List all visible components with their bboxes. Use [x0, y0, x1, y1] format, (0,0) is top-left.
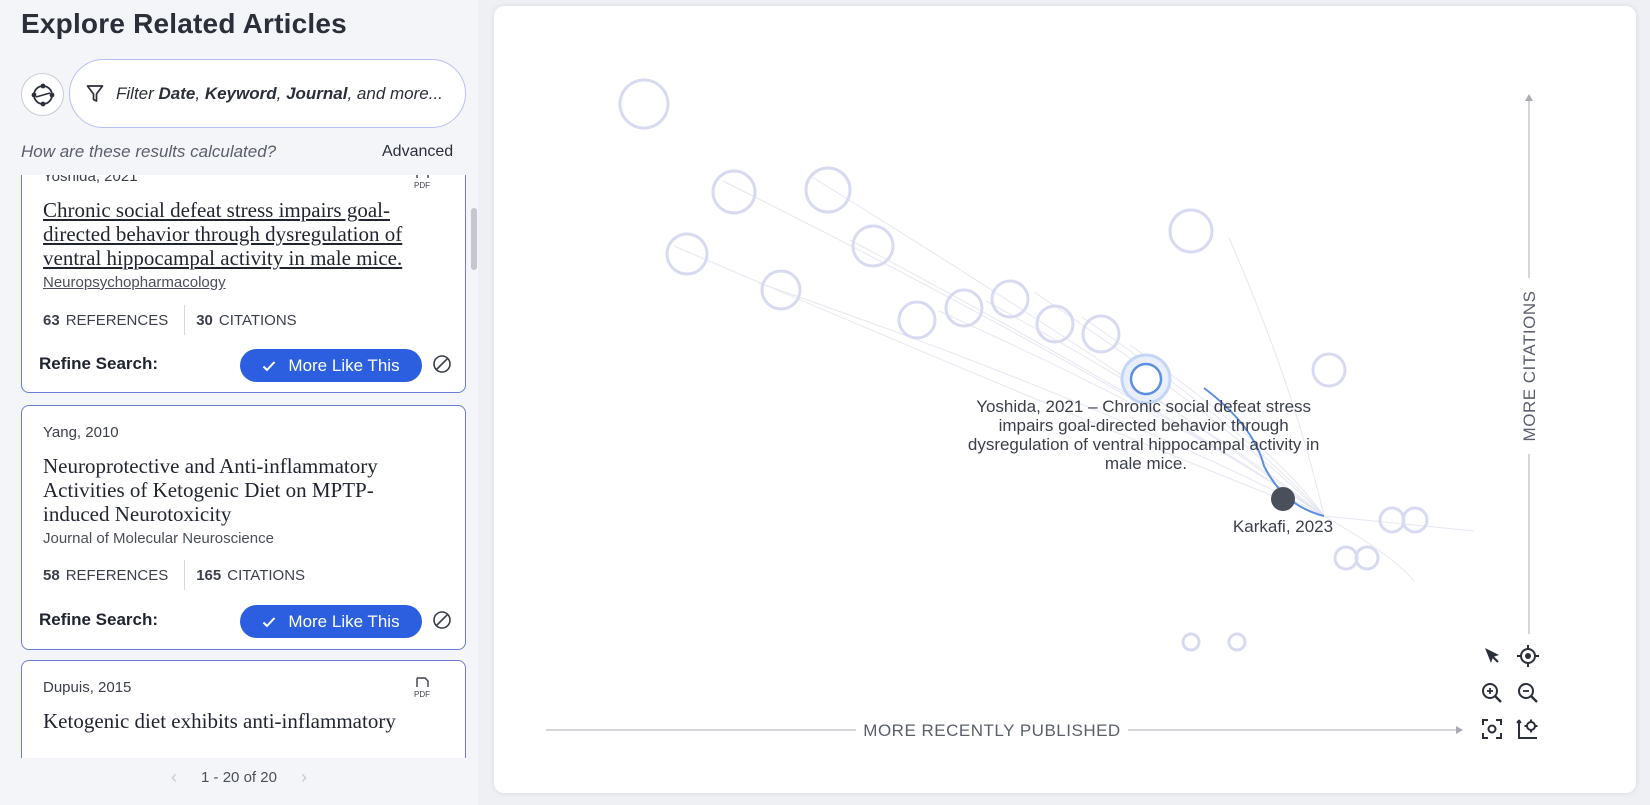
origin-article-node[interactable] — [1271, 487, 1295, 511]
more-like-this-button[interactable]: More Like This — [240, 605, 422, 638]
zoom-in-icon — [1482, 683, 1502, 703]
graph-canvas[interactable]: Yoshida, 2021 – Chronic social defeat st… — [494, 6, 1636, 793]
results-list[interactable]: Yoshida, 2021 PDF Chronic social defeat … — [0, 175, 478, 758]
refine-search-label: Refine Search: — [39, 610, 159, 629]
card-stats: 63 REFERENCES 30 CITATIONS — [43, 305, 443, 335]
fit-view-icon — [1482, 719, 1502, 739]
fit-view-button[interactable] — [1477, 714, 1507, 744]
selected-article-label: Yoshida, 2021 – Chronic social defeat st… — [968, 397, 1324, 473]
y-axis: MORE CITATIONS — [1520, 94, 1539, 634]
filter-input[interactable]: Filter Date, Keyword, Journal, and more.… — [69, 59, 466, 128]
citation-graph[interactable]: Yoshida, 2021 – Chronic social defeat st… — [494, 6, 1636, 793]
result-card[interactable]: Dupuis, 2015 PDF Ketogenic diet exhibits… — [21, 660, 466, 758]
exclude-icon[interactable] — [432, 610, 452, 630]
next-page-icon[interactable]: › — [301, 767, 307, 788]
card-title[interactable]: Neuroprotective and Anti-inflammatory Ac… — [43, 454, 438, 526]
filter-placeholder: Filter Date, Keyword, Journal, and more.… — [116, 83, 443, 103]
article-node[interactable] — [1181, 632, 1201, 652]
article-node[interactable] — [618, 78, 670, 130]
cursor-icon — [1485, 648, 1499, 663]
graph-view-toggle[interactable] — [21, 73, 64, 116]
citations-count[interactable]: 30 CITATIONS — [196, 312, 296, 329]
pdf-icon[interactable]: PDF — [411, 677, 433, 699]
article-node[interactable] — [1378, 506, 1406, 534]
origin-article-label: Karkafi, 2023 — [1233, 517, 1333, 536]
results-scrollbar[interactable] — [471, 208, 477, 270]
article-node[interactable] — [1333, 545, 1359, 571]
result-card[interactable]: Yoshida, 2021 PDF Chronic social defeat … — [21, 175, 466, 393]
references-count[interactable]: 58 REFERENCES — [43, 567, 168, 584]
svg-text:PDF: PDF — [414, 181, 430, 190]
filter-keyword-date: Date — [158, 83, 196, 103]
pagination: ‹ 1 - 20 of 20 › — [0, 765, 478, 789]
pagination-range: 1 - 20 of 20 — [201, 768, 277, 786]
refine-search-label: Refine Search: — [39, 354, 159, 373]
graph-nodes[interactable] — [618, 78, 1429, 652]
stats-divider — [184, 305, 186, 335]
page-title: Explore Related Articles — [21, 8, 347, 39]
locate-icon — [1517, 645, 1539, 667]
graph-edges — [673, 176, 1475, 582]
x-axis: MORE RECENTLY PUBLISHED — [546, 721, 1463, 740]
results-panel: Explore Related Articles Filter Date, Ke… — [0, 0, 478, 805]
x-axis-label: MORE RECENTLY PUBLISHED — [863, 721, 1120, 740]
article-node[interactable] — [804, 166, 852, 214]
svg-text:PDF: PDF — [414, 690, 430, 699]
card-author-year: Yang, 2010 — [43, 424, 119, 441]
filter-keyword-journal: Journal — [286, 83, 348, 103]
more-like-this-button[interactable]: More Like This — [240, 349, 422, 382]
article-node[interactable] — [1354, 545, 1380, 571]
zoom-out-icon — [1518, 683, 1538, 703]
select-tool[interactable] — [1477, 641, 1507, 671]
article-node[interactable] — [1401, 506, 1429, 534]
zoom-out-button[interactable] — [1513, 678, 1543, 708]
filter-icon — [86, 84, 104, 102]
check-icon — [263, 616, 276, 627]
article-node[interactable] — [665, 232, 709, 276]
selected-article-node[interactable] — [1120, 353, 1172, 405]
card-author-year: Dupuis, 2015 — [43, 679, 132, 696]
article-node[interactable] — [897, 300, 937, 340]
card-stats: 58 REFERENCES 165 CITATIONS — [43, 560, 443, 590]
article-node[interactable] — [711, 169, 757, 215]
how-calculated-link[interactable]: How are these results calculated? — [21, 142, 276, 162]
article-node[interactable] — [1035, 304, 1075, 344]
article-node[interactable] — [851, 224, 895, 268]
article-node[interactable] — [1168, 208, 1214, 254]
article-node[interactable] — [1227, 632, 1247, 652]
card-author-year: Yoshida, 2021 — [43, 175, 138, 185]
y-axis-label: MORE CITATIONS — [1520, 291, 1539, 442]
zoom-in-button[interactable] — [1477, 678, 1507, 708]
network-icon — [31, 83, 54, 106]
check-icon — [263, 360, 276, 371]
card-journal: Journal of Molecular Neuroscience — [43, 530, 274, 547]
article-node[interactable] — [760, 269, 802, 311]
result-card[interactable]: Yang, 2010 Neuroprotective and Anti-infl… — [21, 405, 466, 650]
graph-settings-icon — [1516, 719, 1538, 739]
card-journal-link[interactable]: Neuropsychopharmacology — [43, 274, 226, 291]
card-title-link[interactable]: Chronic social defeat stress impairs goa… — [43, 198, 438, 270]
pdf-icon[interactable]: PDF — [411, 175, 433, 190]
article-node[interactable] — [1311, 352, 1347, 388]
exclude-icon[interactable] — [432, 354, 452, 374]
graph-settings-button[interactable] — [1513, 714, 1543, 744]
citations-count[interactable]: 165 CITATIONS — [196, 567, 305, 584]
locate-button[interactable] — [1513, 641, 1543, 671]
article-node[interactable] — [990, 279, 1030, 319]
advanced-link[interactable]: Advanced — [382, 143, 453, 161]
card-title[interactable]: Ketogenic diet exhibits anti-inflammator… — [43, 709, 438, 733]
article-node[interactable] — [1081, 314, 1121, 354]
filter-keyword-keyword: Keyword — [204, 83, 277, 103]
stats-divider — [184, 560, 186, 590]
prev-page-icon[interactable]: ‹ — [171, 767, 177, 788]
references-count[interactable]: 63 REFERENCES — [43, 312, 168, 329]
